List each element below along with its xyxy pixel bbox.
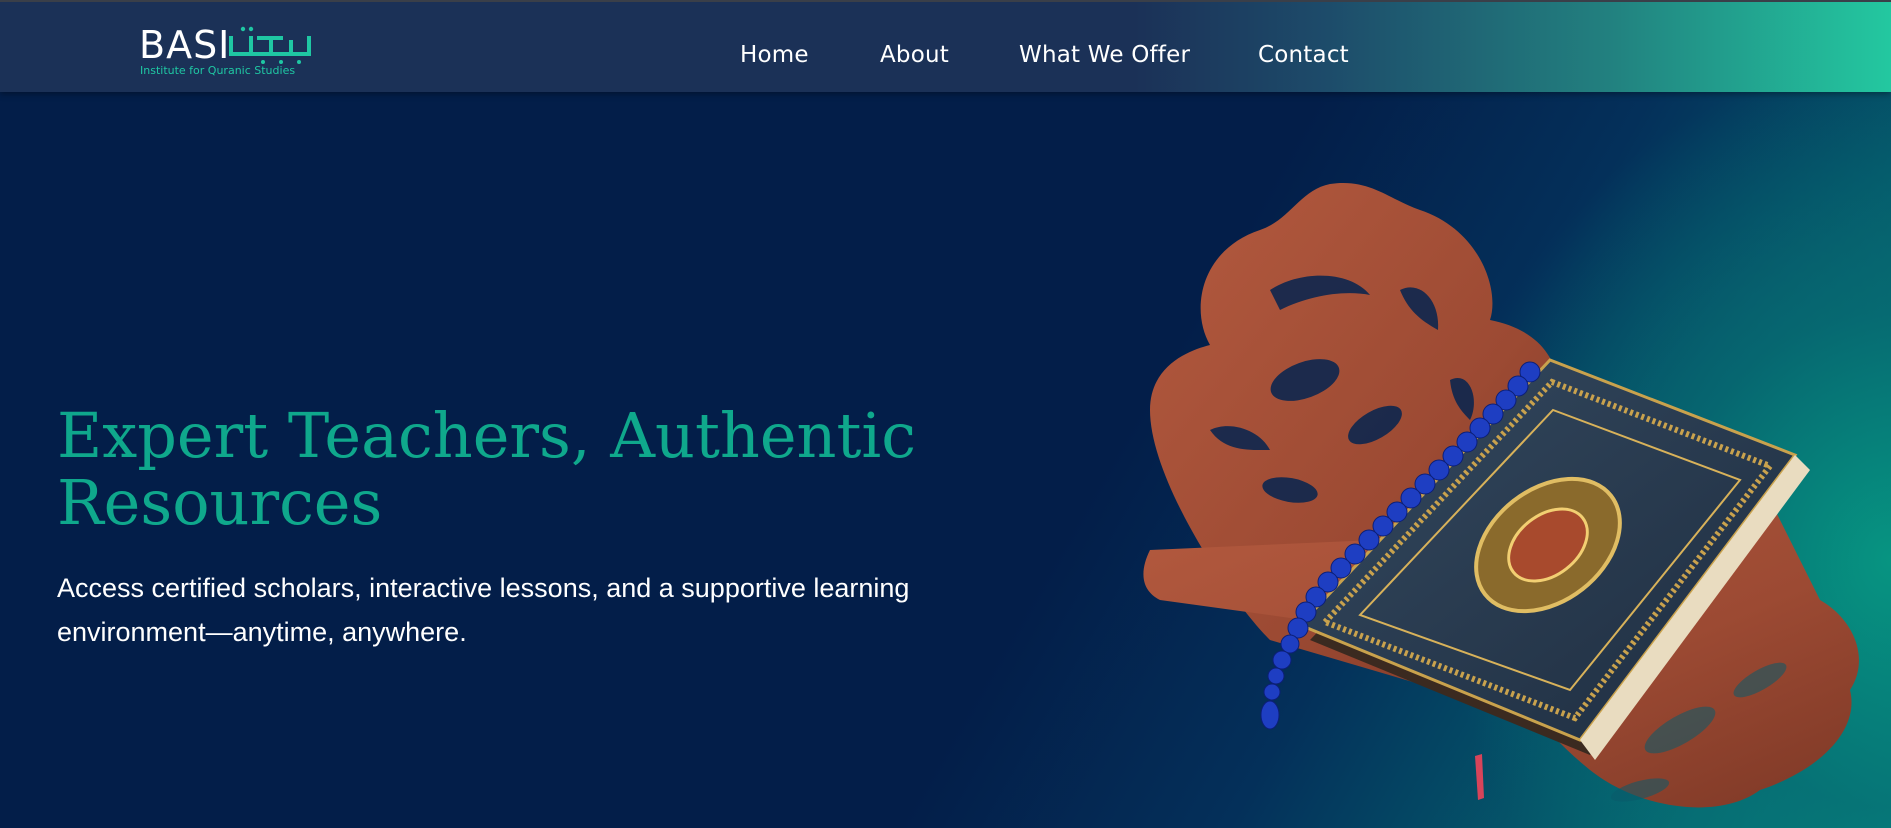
quran-on-stand-icon bbox=[1143, 182, 1859, 808]
nav-item-contact[interactable]: Contact bbox=[1258, 42, 1349, 68]
brand-arabic-mark-icon bbox=[229, 26, 311, 64]
nav-item-about[interactable]: About bbox=[880, 42, 949, 68]
nav-item-home[interactable]: Home bbox=[740, 42, 809, 68]
brand-tagline: Institute for Quranic Studies bbox=[140, 64, 296, 77]
brand-logo[interactable]: BASI Institute for Quranic Studies bbox=[139, 24, 314, 80]
top-navigation-bar: BASI Institute for Quranic Studies Home … bbox=[0, 0, 1891, 92]
brand-name: BASI bbox=[139, 23, 231, 67]
hero-title: Expert Teachers, Authentic Resources bbox=[57, 399, 916, 539]
hero-subtitle: Access certified scholars, interactive l… bbox=[57, 573, 910, 647]
bookmark-ribbon bbox=[1475, 754, 1484, 800]
nav-item-what-we-offer[interactable]: What We Offer bbox=[1019, 42, 1190, 68]
